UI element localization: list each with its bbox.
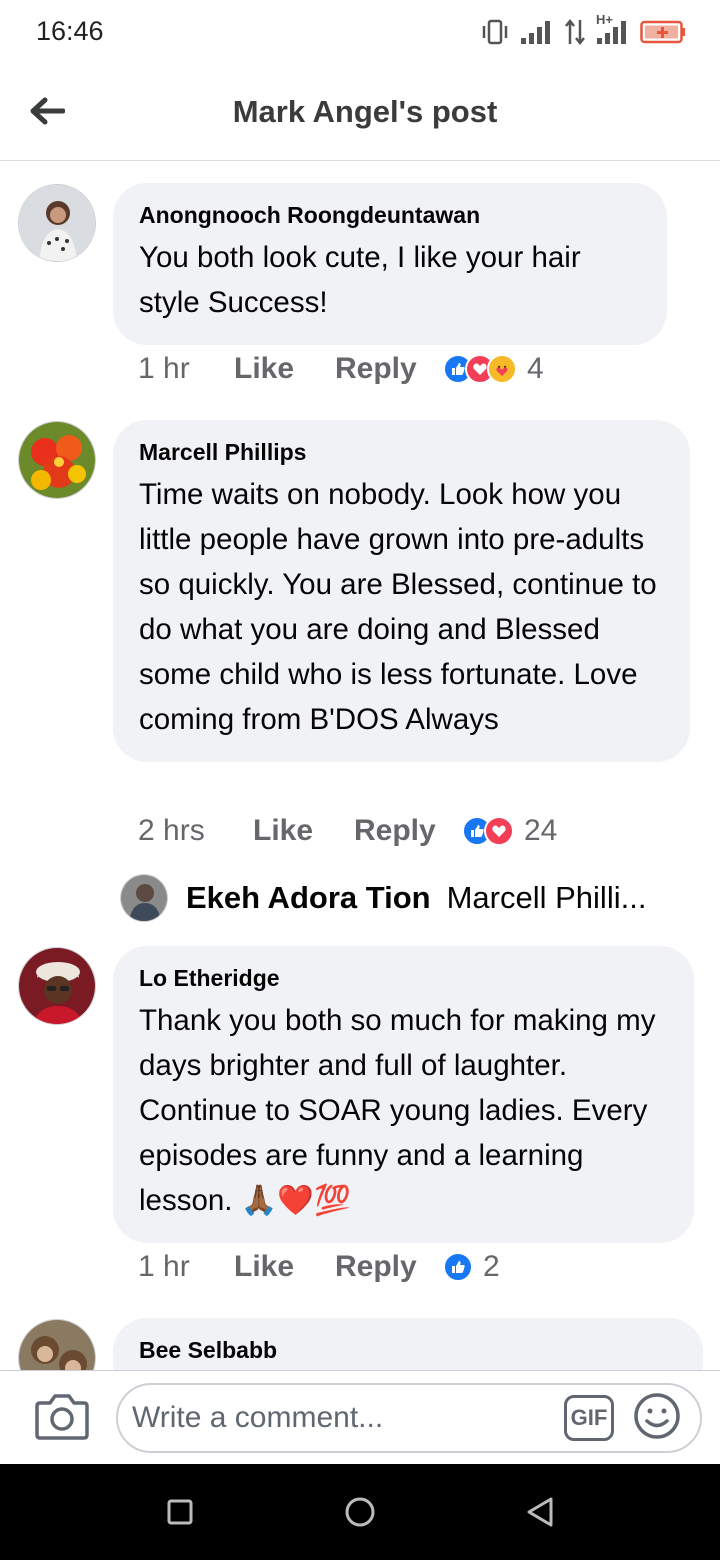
- comment-bubble[interactable]: Anongnooch Roongdeuntawan You both look …: [113, 183, 667, 345]
- avatar: [120, 874, 168, 922]
- system-nav-bar: [0, 1464, 720, 1560]
- reply-button[interactable]: Reply: [335, 352, 443, 386]
- gif-button[interactable]: GIF: [564, 1395, 614, 1441]
- comment-time[interactable]: 1 hr: [138, 352, 234, 386]
- comment-text: Thank you both so much for making my day…: [139, 1004, 656, 1217]
- like-reaction-icon: [443, 1252, 473, 1282]
- reactions-summary[interactable]: 24: [462, 814, 557, 848]
- circle-icon: [345, 1497, 375, 1527]
- page-title: Mark Angel's post: [232, 94, 498, 129]
- reply-author[interactable]: Ekeh Adora Tion: [186, 880, 431, 916]
- care-reaction-icon: [487, 354, 517, 384]
- comment-bubble[interactable]: Lo Etheridge Thank you both so much for …: [113, 946, 694, 1243]
- recents-button[interactable]: [160, 1492, 200, 1532]
- love-reaction-icon: [484, 816, 514, 846]
- camera-icon: [35, 1394, 89, 1440]
- comment-text: You both look cute, I like your hair sty…: [139, 241, 581, 319]
- camera-button[interactable]: [34, 1391, 90, 1441]
- comment-text: Time waits on nobody. Look how you littl…: [139, 478, 657, 736]
- avatar[interactable]: [18, 947, 96, 1025]
- reply-preview[interactable]: Ekeh Adora Tion Marcell Philli...: [120, 874, 646, 922]
- status-bar: 16:46 H+: [0, 0, 720, 66]
- comment-time[interactable]: 2 hrs: [138, 814, 253, 848]
- avatar[interactable]: [18, 1319, 96, 1370]
- like-button[interactable]: Like: [234, 352, 335, 386]
- comment-composer: GIF: [0, 1370, 720, 1464]
- reply-text: Marcell Philli...: [446, 880, 647, 915]
- reaction-count: 24: [524, 814, 558, 847]
- status-time: 16:46: [36, 16, 104, 46]
- data-transfer-icon: [565, 18, 585, 46]
- reactions-summary[interactable]: 4: [443, 352, 544, 386]
- avatar[interactable]: [18, 184, 96, 262]
- comment-actions: 1 hr Like Reply 4: [138, 352, 544, 386]
- reaction-count: 2: [483, 1250, 500, 1283]
- comment-actions: 1 hr Like Reply 2: [138, 1250, 500, 1284]
- reaction-count: 4: [527, 352, 544, 385]
- comment-author[interactable]: Anongnooch Roongdeuntawan: [139, 201, 643, 229]
- comments-list[interactable]: Anongnooch Roongdeuntawan You both look …: [0, 162, 720, 1370]
- reactions-summary[interactable]: 2: [443, 1250, 500, 1284]
- comment-author[interactable]: Bee Selbabb: [139, 1336, 679, 1364]
- comment-bubble[interactable]: Marcell Phillips Time waits on nobody. L…: [113, 420, 690, 762]
- status-icons: H+: [480, 12, 686, 46]
- reply-button[interactable]: Reply: [354, 814, 462, 848]
- back-nav-button[interactable]: [520, 1492, 560, 1532]
- like-button[interactable]: Like: [234, 1250, 335, 1284]
- smiley-icon: [634, 1393, 680, 1439]
- comment-bubble[interactable]: Bee Selbabb: [113, 1318, 703, 1370]
- avatar[interactable]: [18, 421, 96, 499]
- triangle-back-icon: [527, 1497, 553, 1527]
- like-button[interactable]: Like: [253, 814, 354, 848]
- post-header: Mark Angel's post: [0, 66, 720, 161]
- vibrate-icon: [482, 19, 508, 45]
- comment-author[interactable]: Lo Etheridge: [139, 964, 670, 992]
- home-button[interactable]: [340, 1492, 380, 1532]
- emoji-button[interactable]: [632, 1391, 682, 1441]
- battery-low-icon: [640, 20, 685, 44]
- comment-field[interactable]: GIF: [116, 1383, 702, 1453]
- comment-author[interactable]: Marcell Phillips: [139, 438, 666, 466]
- comment-input[interactable]: [132, 1395, 552, 1441]
- comment-actions: 2 hrs Like Reply 24: [138, 814, 557, 848]
- comment-time[interactable]: 1 hr: [138, 1250, 234, 1284]
- signal-hplus-icon: H+: [596, 12, 630, 46]
- square-icon: [167, 1499, 193, 1525]
- reply-button[interactable]: Reply: [335, 1250, 443, 1284]
- signal-icon: [521, 21, 550, 44]
